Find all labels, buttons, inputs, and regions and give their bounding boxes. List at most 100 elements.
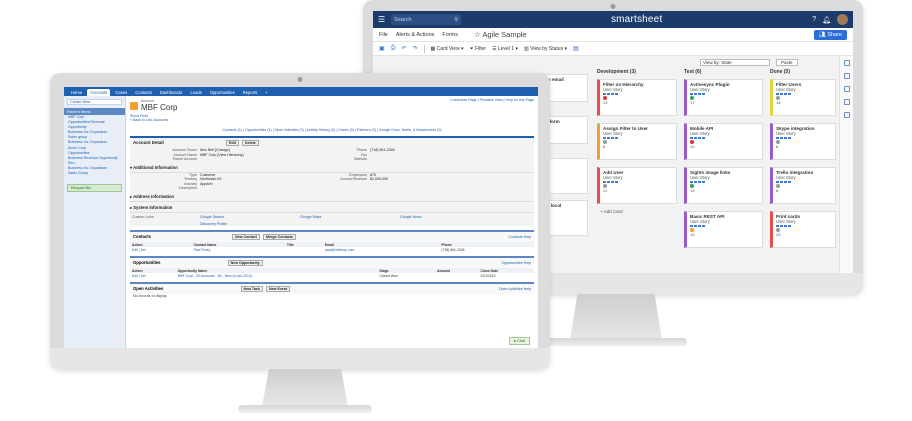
menu-file[interactable]: File — [379, 32, 388, 38]
tab-opportunities[interactable]: Opportunities — [207, 89, 238, 96]
custom-link[interactable]: Google Search — [200, 215, 300, 219]
level-label: Level 1 — [497, 45, 515, 52]
search-input[interactable]: Search ⚲ — [391, 14, 462, 25]
additional-info-header[interactable]: ▾ Additional Information — [130, 162, 534, 173]
activity-icon[interactable] — [843, 99, 850, 105]
level-dropdown[interactable]: ☰ Level 1 ▾ — [492, 46, 518, 52]
recent-item[interactable]: Business Revenue Opportunity Rev... — [64, 156, 125, 166]
card-settings-icon[interactable]: ▤ — [573, 45, 579, 52]
card[interactable]: Filter on Hierarchy User Story 13 — [597, 79, 677, 116]
progress-bars — [690, 225, 759, 227]
tab-cases[interactable]: Cases — [112, 89, 130, 96]
address-info-header[interactable]: ▸ Address Information — [130, 191, 534, 202]
row-actions[interactable]: Edit | Del — [130, 247, 192, 252]
chat-button[interactable]: ● Chat — [508, 337, 530, 345]
salesforce-screen: Home Accounts Cases Contacts Dashboards … — [64, 87, 538, 348]
contact-email[interactable]: paul@mbfcorp.com — [323, 247, 439, 252]
card[interactable]: Activesync Plugin User Story 17 — [684, 79, 763, 116]
related-list-links[interactable]: Contacts (1) | Opportunities (1) | Open … — [130, 128, 534, 132]
share-button[interactable]: 👥︎ Share — [813, 29, 847, 40]
progress-bars — [776, 137, 832, 139]
card[interactable]: Mobile API User Story 10 — [684, 123, 763, 160]
address-info-title: Address Information — [133, 193, 175, 199]
contacts-help-link[interactable]: Contacts Help — [508, 235, 531, 239]
card-view-dropdown[interactable]: ▦ Card View ▾ — [431, 46, 464, 52]
contact-name[interactable]: Paul Finley — [192, 247, 285, 252]
related-list-header: Open Activities New Task New Event Open … — [130, 284, 534, 294]
opportunity-name[interactable]: MBF Corp - 20 Accounts - 5K - New (6-Jan… — [176, 273, 378, 278]
bell-icon[interactable]: 🔔︎ — [822, 16, 831, 24]
publish-icon[interactable] — [843, 112, 850, 118]
card[interactable]: Skype integration User Story 8 — [770, 123, 836, 160]
card[interactable]: Print cards User Story 23 — [770, 211, 836, 248]
new-task-button[interactable]: New Task — [240, 286, 263, 292]
sf-sidebar: Create New... Recent Items MBF Corp Oppo… — [64, 96, 126, 348]
card-points: 8 — [603, 144, 606, 149]
custom-link[interactable]: Google Maps — [300, 215, 400, 219]
avatar[interactable] — [837, 14, 848, 25]
related-list-header: Opportunities New Opportunity Opportunit… — [130, 258, 534, 268]
back-to-list-link[interactable]: « Back to List: Accounts — [130, 118, 534, 122]
open-activities-help-link[interactable]: Open Activities Help — [499, 287, 531, 291]
card[interactable]: Sights image links User Story 13 — [684, 167, 763, 204]
opportunities-help-link[interactable]: Opportunities Help — [501, 261, 531, 265]
card-points: 23 — [776, 232, 781, 237]
add-card-button[interactable]: + Add Card — [600, 209, 623, 214]
print-icon[interactable]: ⎙ — [391, 45, 396, 52]
lane-title: Test (6) — [684, 69, 702, 75]
tab-add[interactable]: + — [262, 89, 270, 96]
tab-contacts[interactable]: Contacts — [132, 89, 155, 96]
card-type: User Story — [776, 219, 796, 224]
tab-leads[interactable]: Leads — [187, 89, 204, 96]
paste-button[interactable]: Paste — [776, 58, 798, 66]
recent-item[interactable]: Sales Group — [64, 171, 125, 176]
recent-item[interactable]: Opportunities Revenue Opportunity — [64, 120, 125, 130]
card[interactable]: Assign Filter to User User Story 8 — [597, 123, 677, 160]
menu-alerts-actions[interactable]: Alerts & Actions — [396, 32, 435, 38]
row-actions[interactable]: Edit | Del — [130, 273, 176, 278]
custom-link[interactable]: Discovery Profile — [200, 222, 300, 226]
tab-accounts[interactable]: Accounts — [87, 89, 111, 96]
card[interactable]: Basic REST API User Story 13 — [684, 211, 763, 248]
page-utility-links[interactable]: Customize Page | Printable View | Help f… — [450, 98, 534, 102]
undo-icon[interactable]: ↶ — [401, 45, 406, 52]
tab-home[interactable]: Home — [68, 89, 85, 96]
create-new-dropdown[interactable]: Create New... — [67, 99, 122, 105]
attachments-icon[interactable] — [843, 73, 850, 79]
share-label: Share — [827, 31, 842, 38]
card[interactable]: Trello integration User Story 8 — [770, 167, 836, 204]
marketing-composite: ☰ Search ⚲ smartsheet ? 🔔︎ File Alerts &… — [0, 0, 912, 421]
sf-tab-bar: Home Accounts Cases Contacts Dashboards … — [64, 87, 538, 96]
new-contact-button[interactable]: New Contact — [232, 234, 260, 240]
proofs-icon[interactable] — [843, 86, 850, 92]
new-opportunity-button[interactable]: New Opportunity — [227, 260, 263, 266]
save-icon[interactable]: ▣ — [379, 45, 385, 52]
recycle-bin-link[interactable]: Recycle Bin — [67, 184, 122, 193]
tab-reports[interactable]: Reports — [240, 89, 261, 96]
view-by-dropdown[interactable]: ▥ View by Status ▾ — [524, 46, 567, 52]
help-icon[interactable]: ? — [812, 16, 816, 23]
lane-title: Development (3) — [597, 69, 636, 75]
progress-bars — [603, 93, 673, 95]
filter-button[interactable]: ⏷ Filter — [470, 46, 487, 52]
tab-dashboards[interactable]: Dashboards — [157, 89, 186, 96]
view-by-select[interactable]: View by: State — [700, 58, 770, 66]
comments-icon[interactable] — [843, 60, 850, 66]
progress-bars — [690, 181, 759, 183]
card[interactable]: Add User User Story 21 — [597, 167, 677, 204]
hamburger-menu-icon[interactable]: ☰ — [378, 15, 385, 24]
delete-button[interactable]: Delete — [242, 140, 259, 146]
card-points: 8 — [776, 144, 779, 149]
merge-contacts-button[interactable]: Merge Contacts — [263, 234, 296, 240]
card[interactable]: Filter Users User Story 14 — [770, 79, 836, 116]
menu-forms[interactable]: Forms — [442, 32, 458, 38]
sheet-name: Agile Sample — [482, 30, 527, 39]
redo-icon[interactable]: ↷ — [413, 45, 418, 52]
system-info-header[interactable]: ▸ System Information — [130, 202, 534, 213]
opportunities-table: Action Opportunity Name Stage Amount Clo… — [130, 268, 534, 278]
account-icon — [130, 101, 138, 110]
edit-button[interactable]: Edit — [225, 140, 239, 146]
card-type: User Story — [690, 175, 710, 180]
custom-link[interactable]: Google News — [400, 215, 500, 219]
new-event-button[interactable]: New Event — [266, 286, 291, 292]
